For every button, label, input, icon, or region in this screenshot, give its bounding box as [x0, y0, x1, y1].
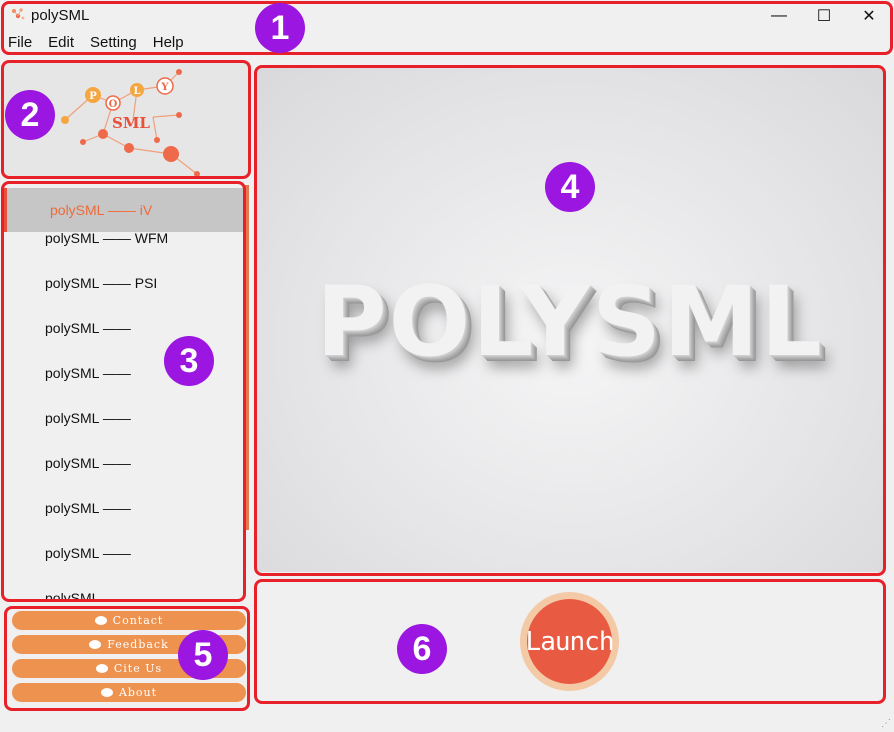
list-item[interactable]: polySML ——: [3, 440, 243, 485]
window-title: polySML: [31, 7, 90, 24]
list-item[interactable]: polySML ——: [3, 485, 243, 530]
list-item-label: polySML ——: [45, 454, 131, 471]
marker-1: 1: [255, 3, 305, 53]
marker-4: 4: [545, 162, 595, 212]
cite-us-label: Cite Us: [113, 662, 163, 675]
list-item-label: polySML ——: [45, 409, 131, 426]
list-item-label: polySML ——: [45, 364, 131, 381]
logo-text: SML: [112, 114, 150, 132]
menu-help[interactable]: Help: [145, 32, 192, 54]
launch-button[interactable]: Launch: [526, 599, 614, 684]
about-label: About: [118, 686, 158, 699]
list-item[interactable]: polySML ——: [3, 530, 243, 575]
chat-bubble-icon: [89, 640, 102, 649]
list-item[interactable]: polySML ——: [3, 575, 243, 601]
list-item-label: polySML —— WFM: [45, 229, 169, 246]
marker-5: 5: [178, 630, 228, 680]
list-item-label: polySML —— PSI: [45, 274, 158, 291]
list-item-label: polySML ——: [45, 544, 131, 561]
minimize-button[interactable]: —: [757, 4, 801, 28]
feedback-label: Feedback: [107, 638, 169, 651]
menu-bar: File Edit Setting Help: [0, 32, 192, 54]
list-item-label: polySML ——: [45, 589, 131, 601]
list-scrollbar[interactable]: [245, 185, 249, 530]
menu-file[interactable]: File: [0, 32, 40, 54]
app-icon: [12, 8, 25, 20]
main-title: POLYSML: [316, 266, 824, 378]
menu-edit[interactable]: Edit: [40, 32, 82, 54]
logo-letter-l: L: [133, 86, 140, 97]
logo-letter-y: Y: [160, 82, 169, 93]
list-item-label: polySML ——: [45, 499, 131, 516]
chat-bubble-icon: [94, 616, 107, 625]
contact-label: Contact: [112, 614, 164, 627]
list-item-wfm[interactable]: polySML —— WFM: [3, 215, 243, 260]
resize-grip-icon[interactable]: ⋰: [881, 718, 891, 729]
list-item-label: polySML ——: [45, 319, 131, 336]
module-list: polySML —— iV polySML —— WFM polySML —— …: [3, 182, 243, 600]
about-button[interactable]: About: [12, 683, 246, 702]
close-button[interactable]: ✕: [847, 4, 891, 28]
marker-3: 3: [164, 336, 214, 386]
maximize-button[interactable]: ☐: [802, 4, 846, 28]
contact-button[interactable]: Contact: [12, 611, 246, 630]
marker-2: 2: [5, 90, 55, 140]
marker-6: 6: [397, 624, 447, 674]
logo-letter-p: P: [89, 91, 97, 102]
chat-bubble-icon: [95, 664, 108, 673]
menu-setting[interactable]: Setting: [82, 32, 145, 54]
logo-letter-o: O: [109, 99, 118, 110]
chat-bubble-icon: [100, 688, 113, 697]
main-display: POLYSML: [257, 68, 883, 572]
list-item[interactable]: polySML ——: [3, 395, 243, 440]
list-item-psi[interactable]: polySML —— PSI: [3, 260, 243, 305]
